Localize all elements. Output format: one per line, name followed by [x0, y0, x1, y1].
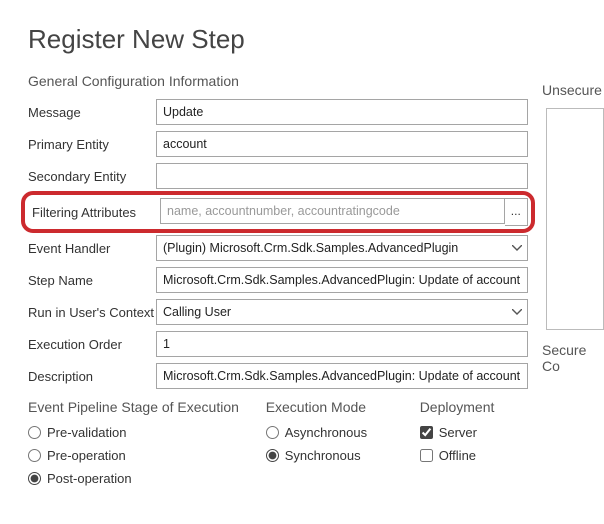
label-primary-entity: Primary Entity [28, 133, 156, 156]
radio-post-operation-label: Post-operation [47, 471, 132, 486]
section-general-config: General Configuration Information [28, 73, 592, 89]
radio-pre-operation-label: Pre-operation [47, 448, 126, 463]
filtering-attributes-input[interactable] [160, 198, 505, 224]
radio-asynchronous[interactable]: Asynchronous [266, 425, 394, 440]
radio-pre-validation[interactable]: Pre-validation [28, 425, 240, 440]
checkbox-server[interactable]: Server [420, 425, 528, 440]
page-title: Register New Step [28, 24, 592, 55]
description-input[interactable] [156, 363, 528, 389]
unsecure-panel-label: Unsecure [542, 82, 604, 98]
primary-entity-input[interactable] [156, 131, 528, 157]
label-filtering-attributes: Filtering Attributes [28, 201, 160, 224]
step-name-input[interactable] [156, 267, 528, 293]
secure-panel-label: Secure Co [542, 342, 604, 374]
radio-synchronous[interactable]: Synchronous [266, 448, 394, 463]
label-step-name: Step Name [28, 269, 156, 292]
checkbox-offline-label: Offline [439, 448, 476, 463]
label-event-handler: Event Handler [28, 237, 156, 260]
label-message: Message [28, 101, 156, 124]
label-execution-order: Execution Order [28, 333, 156, 356]
run-context-select[interactable] [156, 299, 528, 325]
label-secondary-entity: Secondary Entity [28, 165, 156, 188]
radio-pre-operation[interactable]: Pre-operation [28, 448, 240, 463]
section-execution-mode: Execution Mode [266, 399, 394, 415]
radio-post-operation[interactable]: Post-operation [28, 471, 240, 486]
section-pipeline-stage: Event Pipeline Stage of Execution [28, 399, 240, 415]
unsecure-textarea[interactable] [546, 108, 604, 330]
label-run-context: Run in User's Context [28, 301, 156, 324]
radio-synchronous-label: Synchronous [285, 448, 361, 463]
event-handler-select[interactable] [156, 235, 528, 261]
section-deployment: Deployment [420, 399, 528, 415]
label-description: Description [28, 365, 156, 388]
checkbox-offline[interactable]: Offline [420, 448, 528, 463]
execution-order-input[interactable] [156, 331, 528, 357]
checkbox-server-label: Server [439, 425, 477, 440]
secondary-entity-input[interactable] [156, 163, 528, 189]
filtering-attributes-highlight: Filtering Attributes ... [24, 194, 532, 230]
radio-asynchronous-label: Asynchronous [285, 425, 367, 440]
radio-pre-validation-label: Pre-validation [47, 425, 127, 440]
message-input[interactable] [156, 99, 528, 125]
filtering-attributes-browse-button[interactable]: ... [505, 198, 528, 226]
